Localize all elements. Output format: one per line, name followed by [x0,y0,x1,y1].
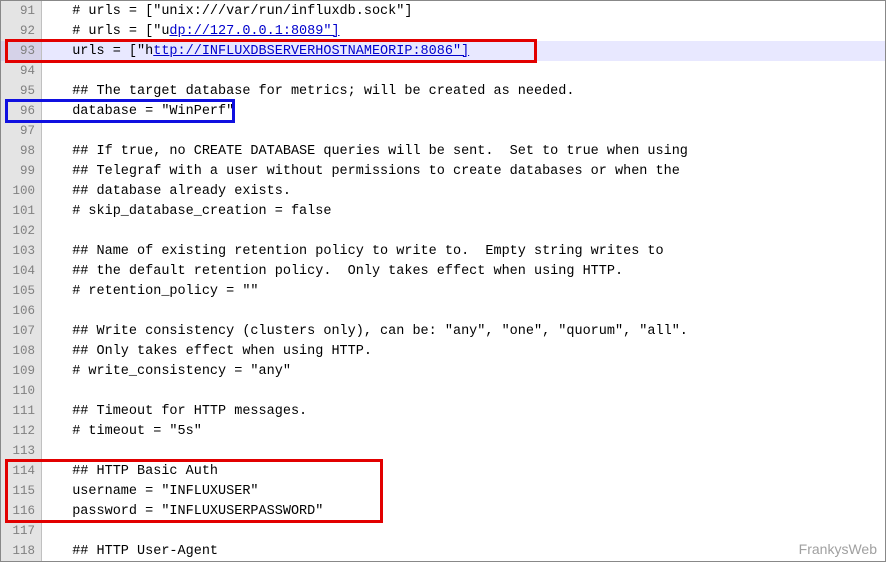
url-link[interactable]: ttp://INFLUXDBSERVERHOSTNAMEORIP:8086"] [153,44,469,59]
line-number: 99 [1,161,41,181]
code-content[interactable]: urls = ["http://INFLUXDBSERVERHOSTNAMEOR… [42,41,885,61]
code-content[interactable]: username = "INFLUXUSER" [42,481,885,501]
line-number: 108 [1,341,41,361]
line-number: 117 [1,521,41,541]
code-content[interactable] [42,521,885,541]
line-number: 104 [1,261,41,281]
line-number: 97 [1,121,41,141]
code-line[interactable]: 115 username = "INFLUXUSER" [1,481,885,501]
line-number: 93 [1,41,41,61]
line-number: 118 [1,541,41,561]
code-content[interactable]: ## Write consistency (clusters only), ca… [42,321,885,341]
code-content[interactable]: ## database already exists. [42,181,885,201]
code-content[interactable] [42,61,885,81]
line-number: 112 [1,421,41,441]
code-line[interactable]: 99 ## Telegraf with a user without permi… [1,161,885,181]
code-line[interactable]: 114 ## HTTP Basic Auth [1,461,885,481]
code-content[interactable]: ## HTTP User-Agent [42,541,885,561]
code-content[interactable]: password = "INFLUXUSERPASSWORD" [42,501,885,521]
code-line[interactable]: 102 [1,221,885,241]
code-content[interactable]: ## The target database for metrics; will… [42,81,885,101]
code-content[interactable]: ## HTTP Basic Auth [42,461,885,481]
code-line[interactable]: 98 ## If true, no CREATE DATABASE querie… [1,141,885,161]
line-number: 92 [1,21,41,41]
code-line[interactable]: 105 # retention_policy = "" [1,281,885,301]
line-number: 102 [1,221,41,241]
line-number: 101 [1,201,41,221]
line-number: 103 [1,241,41,261]
line-number: 91 [1,1,41,21]
code-editor[interactable]: 91 # urls = ["unix:///var/run/influxdb.s… [1,1,885,561]
code-content[interactable] [42,221,885,241]
code-content[interactable]: ## Only takes effect when using HTTP. [42,341,885,361]
code-line[interactable]: 97 [1,121,885,141]
code-line[interactable]: 113 [1,441,885,461]
code-content[interactable]: # write_consistency = "any" [42,361,885,381]
code-line[interactable]: 109 # write_consistency = "any" [1,361,885,381]
code-content[interactable]: # urls = ["unix:///var/run/influxdb.sock… [42,1,885,21]
code-line[interactable]: 108 ## Only takes effect when using HTTP… [1,341,885,361]
line-number: 98 [1,141,41,161]
line-number: 95 [1,81,41,101]
code-line[interactable]: 95 ## The target database for metrics; w… [1,81,885,101]
code-content[interactable]: database = "WinPerf" [42,101,885,121]
code-content[interactable]: ## the default retention policy. Only ta… [42,261,885,281]
code-content[interactable]: ## Timeout for HTTP messages. [42,401,885,421]
code-content[interactable]: # retention_policy = "" [42,281,885,301]
code-line[interactable]: 100 ## database already exists. [1,181,885,201]
line-number: 113 [1,441,41,461]
code-content[interactable]: ## Telegraf with a user without permissi… [42,161,885,181]
line-number: 109 [1,361,41,381]
line-number: 110 [1,381,41,401]
code-content[interactable] [42,121,885,141]
code-line[interactable]: 103 ## Name of existing retention policy… [1,241,885,261]
code-line[interactable]: 110 [1,381,885,401]
code-content[interactable]: ## If true, no CREATE DATABASE queries w… [42,141,885,161]
code-line[interactable]: 92 # urls = ["udp://127.0.0.1:8089"] [1,21,885,41]
line-number: 100 [1,181,41,201]
line-number: 107 [1,321,41,341]
code-line[interactable]: 101 # skip_database_creation = false [1,201,885,221]
line-number: 94 [1,61,41,81]
watermark-text: FrankysWeb [799,541,877,557]
line-number: 115 [1,481,41,501]
code-content[interactable]: ## Name of existing retention policy to … [42,241,885,261]
line-number: 96 [1,101,41,121]
code-line[interactable]: 107 ## Write consistency (clusters only)… [1,321,885,341]
code-line[interactable]: 104 ## the default retention policy. Onl… [1,261,885,281]
code-content[interactable]: # skip_database_creation = false [42,201,885,221]
code-line[interactable]: 118 ## HTTP User-Agent [1,541,885,561]
code-line[interactable]: 116 password = "INFLUXUSERPASSWORD" [1,501,885,521]
code-content[interactable] [42,381,885,401]
line-number: 111 [1,401,41,421]
code-content[interactable]: # urls = ["udp://127.0.0.1:8089"] [42,21,885,41]
code-content[interactable] [42,301,885,321]
code-line[interactable]: 94 [1,61,885,81]
code-line[interactable]: 106 [1,301,885,321]
code-line[interactable]: 96 database = "WinPerf" [1,101,885,121]
url-link[interactable]: dp://127.0.0.1:8089"] [169,24,339,39]
code-line[interactable]: 111 ## Timeout for HTTP messages. [1,401,885,421]
line-number: 106 [1,301,41,321]
line-number: 105 [1,281,41,301]
code-line[interactable]: 93 urls = ["http://INFLUXDBSERVERHOSTNAM… [1,41,885,61]
code-content[interactable] [42,441,885,461]
code-line[interactable]: 117 [1,521,885,541]
code-content[interactable]: # timeout = "5s" [42,421,885,441]
line-number: 116 [1,501,41,521]
code-line[interactable]: 91 # urls = ["unix:///var/run/influxdb.s… [1,1,885,21]
code-line[interactable]: 112 # timeout = "5s" [1,421,885,441]
line-number: 114 [1,461,41,481]
